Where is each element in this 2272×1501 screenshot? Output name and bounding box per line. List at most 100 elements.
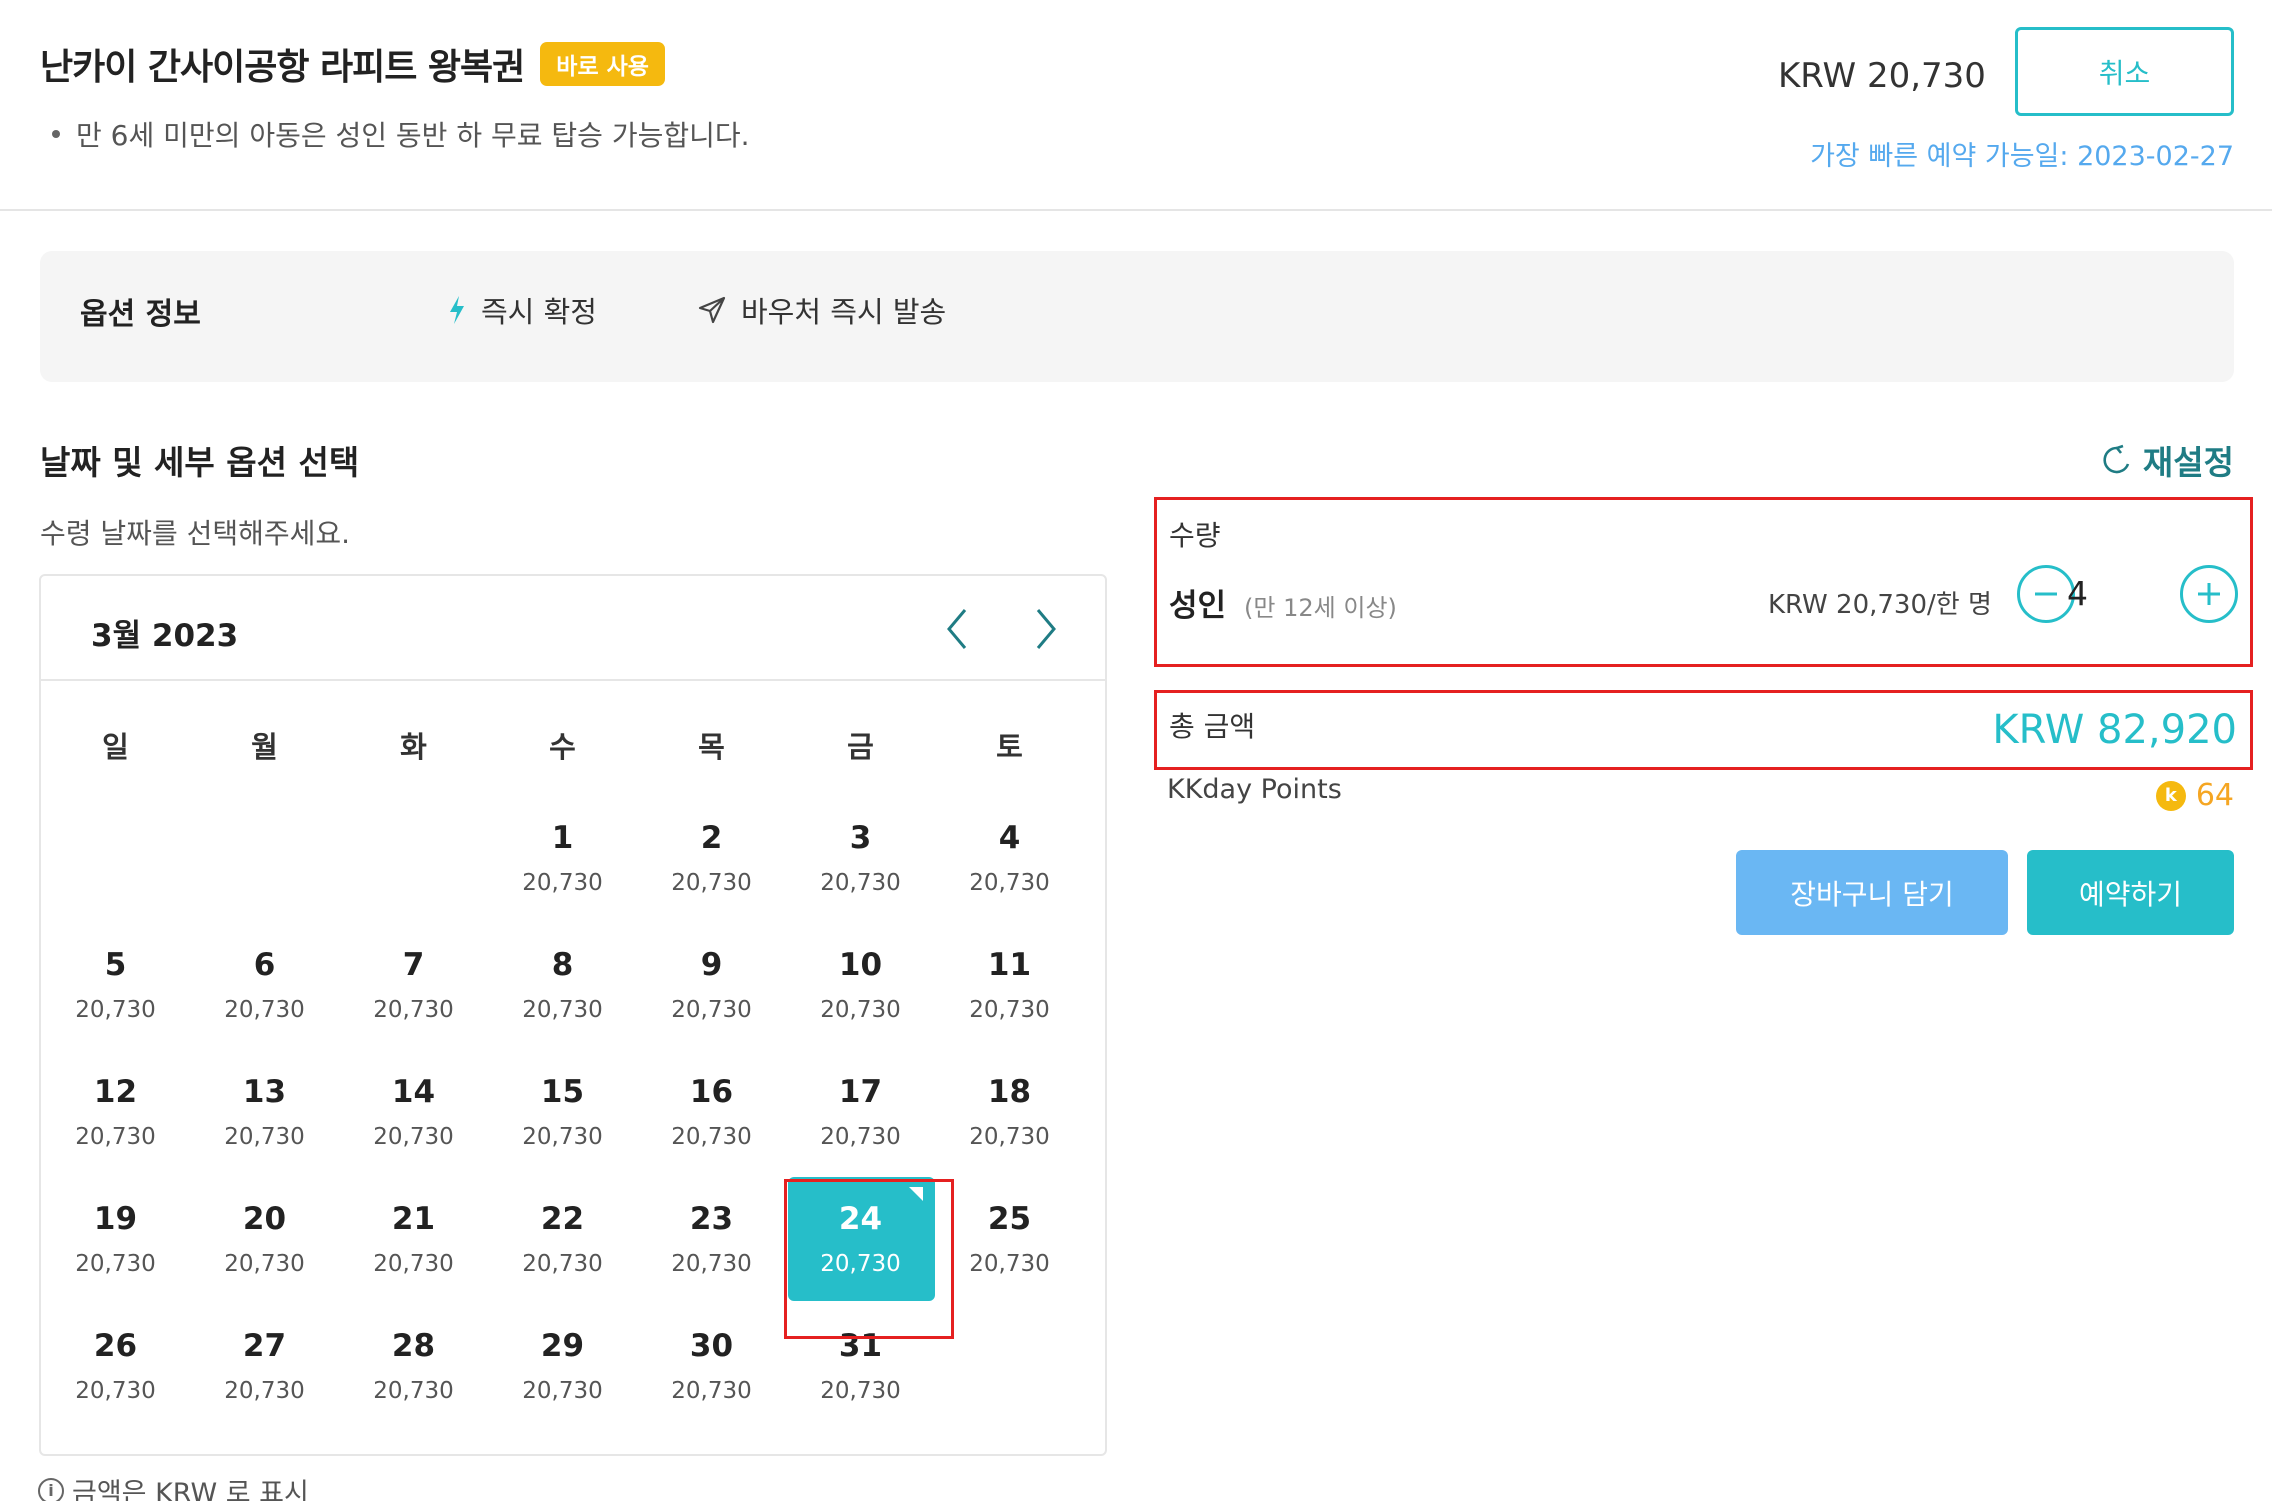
day-price: 20,730 xyxy=(671,870,752,896)
day-number: 16 xyxy=(689,1074,734,1110)
calendar-day[interactable]: 15 20,730 xyxy=(488,1044,637,1171)
calendar-day[interactable]: 27 20,730 xyxy=(190,1298,339,1425)
day-price: 20,730 xyxy=(522,870,603,896)
calendar-empty-cell xyxy=(41,790,190,917)
day-number: 21 xyxy=(391,1201,436,1237)
calendar-day[interactable]: 4 20,730 xyxy=(935,790,1084,917)
day-number: 27 xyxy=(242,1328,287,1364)
day-price: 20,730 xyxy=(969,1124,1050,1150)
calendar-week: 5 20,730 6 20,730 7 20,730 8 20,730 9 20,730 10 20,… xyxy=(41,917,1105,1044)
day-number: 25 xyxy=(987,1201,1032,1237)
calendar-day[interactable]: 2 20,730 xyxy=(637,790,786,917)
calendar-day[interactable]: 16 20,730 xyxy=(637,1044,786,1171)
calendar-day[interactable]: 14 20,730 xyxy=(339,1044,488,1171)
calendar-day[interactable]: 19 20,730 xyxy=(41,1171,190,1298)
calendar-day[interactable]: 23 20,730 xyxy=(637,1171,786,1298)
points-label: KKday Points xyxy=(1167,774,1342,805)
day-price: 20,730 xyxy=(969,997,1050,1023)
day-number: 9 xyxy=(700,947,723,983)
refresh-icon xyxy=(2103,444,2130,474)
calendar-day[interactable]: 21 20,730 xyxy=(339,1171,488,1298)
instant-confirm-label: 즉시 확정 xyxy=(481,295,597,329)
calendar-day[interactable]: 5 20,730 xyxy=(41,917,190,1044)
day-number: 23 xyxy=(689,1201,734,1237)
calendar-day[interactable]: 11 20,730 xyxy=(935,917,1084,1044)
cancel-button[interactable]: 취소 xyxy=(2015,27,2234,116)
info-icon: i xyxy=(38,1477,64,1501)
option-info-panel: 옵션 정보 즉시 확정 바우처 즉시 발송 xyxy=(40,251,2234,382)
day-price: 20,730 xyxy=(522,1251,603,1277)
weekday-row: 일월화수목금토 xyxy=(41,724,1105,766)
calendar-day[interactable]: 28 20,730 xyxy=(339,1298,488,1425)
next-month-button[interactable] xyxy=(1024,604,1068,654)
voucher-label: 바우처 즉시 발송 xyxy=(741,295,947,329)
day-number: 11 xyxy=(987,947,1032,983)
day-number: 4 xyxy=(998,820,1021,856)
calendar-day[interactable]: 29 20,730 xyxy=(488,1298,637,1425)
total-label: 총 금액 xyxy=(1169,710,1256,743)
day-price: 20,730 xyxy=(671,1378,752,1404)
minus-icon xyxy=(2035,592,2057,596)
calendar-day[interactable]: 9 20,730 xyxy=(637,917,786,1044)
voucher-item: 바우처 즉시 발송 xyxy=(697,289,946,331)
calendar-day[interactable]: 7 20,730 xyxy=(339,917,488,1044)
kcoin-icon: k xyxy=(2155,780,2186,811)
day-number: 17 xyxy=(838,1074,883,1110)
reset-label[interactable]: 재설정 xyxy=(2143,436,2234,484)
bullet-icon xyxy=(52,130,60,138)
date-hint: 수령 날짜를 선택해주세요. xyxy=(40,517,351,550)
day-price: 20,730 xyxy=(969,870,1050,896)
day-number: 19 xyxy=(93,1201,138,1237)
day-price: 20,730 xyxy=(75,1124,156,1150)
quantity-value: 4 xyxy=(2067,574,2088,613)
calendar-day[interactable]: 12 20,730 xyxy=(41,1044,190,1171)
calendar-day[interactable]: 26 20,730 xyxy=(41,1298,190,1425)
day-number: 20 xyxy=(242,1201,287,1237)
day-number: 30 xyxy=(689,1328,734,1364)
day-number: 13 xyxy=(242,1074,287,1110)
calendar-day[interactable]: 20 20,730 xyxy=(190,1171,339,1298)
calendar-day[interactable]: 22 20,730 xyxy=(488,1171,637,1298)
day-price: 20,730 xyxy=(373,1251,454,1277)
book-button[interactable]: 예약하기 xyxy=(2027,850,2234,935)
calendar-day[interactable]: 10 20,730 xyxy=(786,917,935,1044)
day-price: 20,730 xyxy=(671,1124,752,1150)
day-number: 15 xyxy=(540,1074,585,1110)
day-price: 20,730 xyxy=(671,1251,752,1277)
day-number: 22 xyxy=(540,1201,585,1237)
calendar-day[interactable]: 6 20,730 xyxy=(190,917,339,1044)
earliest-date: 가장 빠른 예약 가능일: 2023-02-27 xyxy=(1810,141,2234,172)
day-price: 20,730 xyxy=(75,1251,156,1277)
day-price: 20,730 xyxy=(522,1124,603,1150)
calendar-day[interactable]: 30 20,730 xyxy=(637,1298,786,1425)
product-title: 난카이 간사이공항 라피트 왕복권 xyxy=(40,47,525,88)
calendar-day[interactable]: 13 20,730 xyxy=(190,1044,339,1171)
day-price: 20,730 xyxy=(224,1124,305,1150)
calendar-day[interactable]: 17 20,730 xyxy=(786,1044,935,1171)
total-section: 총 금액 KRW 82,920 xyxy=(1154,690,2253,770)
day-number: 28 xyxy=(391,1328,436,1364)
day-price: 20,730 xyxy=(522,997,603,1023)
calendar-day[interactable]: 25 20,730 xyxy=(935,1171,1084,1298)
day-price: 20,730 xyxy=(522,1378,603,1404)
day-number: 26 xyxy=(93,1328,138,1364)
quantity-label: 수량 xyxy=(1169,519,1221,552)
calendar-day[interactable]: 1 20,730 xyxy=(488,790,637,917)
calendar-header: 3월 2023 xyxy=(41,576,1105,681)
weekday-label: 월 xyxy=(251,730,278,764)
add-to-cart-button[interactable]: 장바구니 담기 xyxy=(1736,850,2008,935)
day-number: 2 xyxy=(700,820,723,856)
day-price: 20,730 xyxy=(75,1378,156,1404)
currency-footnote: i 금액은 KRW 로 표시 xyxy=(38,1471,309,1501)
calendar-day[interactable]: 3 20,730 xyxy=(786,790,935,917)
increment-button[interactable] xyxy=(2180,565,2238,623)
calendar-day[interactable]: 8 20,730 xyxy=(488,917,637,1044)
calendar-day[interactable]: 18 20,730 xyxy=(935,1044,1084,1171)
day-number: 12 xyxy=(93,1074,138,1110)
weekday-label: 화 xyxy=(400,730,427,764)
chevron-right-icon xyxy=(1036,609,1056,649)
weekday-label: 토 xyxy=(996,730,1023,764)
reset-button[interactable]: 재설정 xyxy=(2101,436,2234,484)
prev-month-button[interactable] xyxy=(935,604,979,654)
day-price: 20,730 xyxy=(820,1124,901,1150)
